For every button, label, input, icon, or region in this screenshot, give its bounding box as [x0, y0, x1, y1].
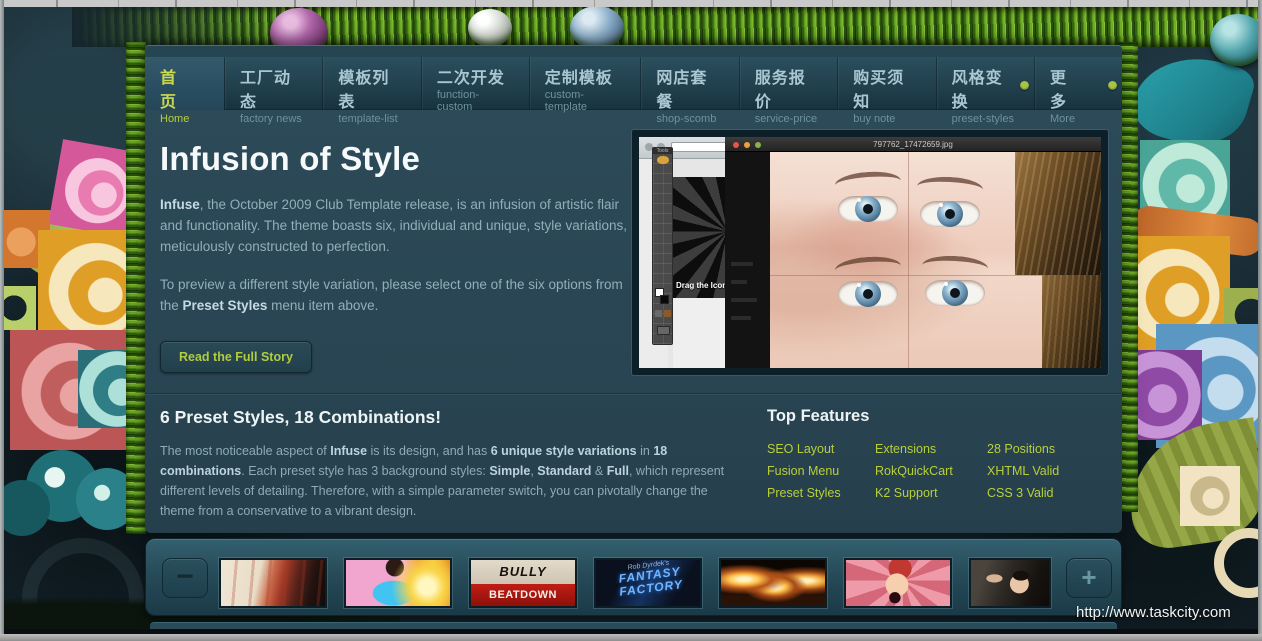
thumb-bully-beatdown[interactable]: BULLY BEATDOWN — [469, 558, 577, 608]
grass-border-left — [126, 42, 146, 534]
nav-label-en: custom-template — [545, 89, 626, 113]
nav-item-preset-styles[interactable]: 风格变换 preset-styles — [936, 57, 1034, 110]
nav-label-zh: 更 多 — [1050, 64, 1107, 112]
section-divider — [145, 393, 1122, 395]
nav-item-template-list[interactable]: 模板列表 template-list — [322, 57, 420, 110]
eye-photo-tile — [838, 196, 898, 222]
nav-label-en: More — [1050, 113, 1107, 125]
ornament-ball-teal — [1210, 14, 1262, 66]
preset-styles-section: 6 Preset Styles, 18 Combinations! The mo… — [160, 407, 732, 521]
hair-region — [1042, 275, 1101, 368]
features-heading: Top Features — [767, 407, 1112, 426]
drag-icon-label: Drag the Icon — [676, 281, 727, 290]
carousel-next-button[interactable]: + — [1066, 558, 1112, 598]
thumb-fantasy-factory[interactable]: Rob Dyrdek's FANTASY FACTORY — [594, 558, 702, 608]
nav-label-en: Home — [160, 113, 209, 125]
ornament-ball-silver — [468, 9, 512, 47]
main-content-panel: 首 页 Home 工厂动态 factory news 模板列表 template… — [145, 45, 1122, 533]
eye-photo-tile — [925, 280, 985, 306]
minus-icon: − — [176, 560, 194, 593]
window-edge-left — [0, 0, 4, 641]
ornament-ball-blue — [570, 6, 624, 50]
thumb-candles[interactable] — [719, 558, 827, 608]
feature-link-preset-styles[interactable]: Preset Styles — [767, 486, 841, 500]
carousel-prev-button[interactable]: − — [162, 558, 208, 598]
section-paragraph: The most noticeable aspect of Infuse is … — [160, 441, 732, 521]
url-watermark: http://www.taskcity.com — [1076, 604, 1231, 621]
nav-label-zh: 风格变换 — [952, 64, 1019, 112]
feature-link-seo-layout[interactable]: SEO Layout — [767, 442, 834, 456]
eye-photo-grid — [770, 152, 1101, 368]
feature-link-css3-valid[interactable]: CSS 3 Valid — [987, 486, 1053, 500]
nav-label-zh: 定制模板 — [545, 64, 626, 88]
feature-link-rokquickcart[interactable]: RokQuickCart — [875, 464, 953, 478]
window-edge-bottom — [0, 634, 1262, 641]
tools-palette-title: Tools — [653, 148, 672, 154]
article-paragraph-1: Infuse, the October 2009 Club Template r… — [160, 195, 628, 258]
thumb-label: BULLY — [471, 560, 575, 584]
thumb-sunglasses-portrait[interactable] — [969, 558, 1051, 608]
thumb-painting[interactable] — [219, 558, 327, 608]
article-paragraph-2: To preview a different style variation, … — [160, 275, 628, 317]
nav-label-en: buy note — [853, 113, 920, 125]
nav-label-zh: 二次开发 — [437, 64, 514, 88]
thumb-cartoon-umbrella[interactable] — [344, 558, 452, 608]
window-edge-right — [1258, 0, 1262, 641]
hair-region — [1015, 152, 1101, 275]
article-title: Infusion of Style — [160, 140, 628, 178]
article-screenshot: Drag the Icon Tools 797762_17472659.jpg — [632, 130, 1108, 375]
titlebar-filename: 797762_17472659.jpg — [725, 140, 1101, 149]
read-full-story-button[interactable]: Read the Full Story — [160, 341, 312, 373]
nav-item-function-custom[interactable]: 二次开发 function-custom — [421, 57, 529, 110]
titlebar: 797762_17472659.jpg — [725, 137, 1101, 152]
hero-article: Infusion of Style Infuse, the October 20… — [160, 140, 628, 373]
top-features-section: Top Features SEO Layout Fusion Menu Pres… — [767, 407, 1112, 506]
feature-link-xhtml-valid[interactable]: XHTML Valid — [987, 464, 1059, 478]
feature-link-fusion-menu[interactable]: Fusion Menu — [767, 464, 839, 478]
feature-link-k2-support[interactable]: K2 Support — [875, 486, 938, 500]
nav-item-home[interactable]: 首 页 Home — [145, 57, 224, 110]
nav-label-zh: 网店套餐 — [656, 64, 723, 112]
nav-item-custom-template[interactable]: 定制模板 custom-template — [529, 57, 641, 110]
panel-top-edge — [145, 45, 1122, 57]
page: 首 页 Home 工厂动态 factory news 模板列表 template… — [0, 0, 1262, 641]
nav-label-zh: 工厂动态 — [240, 64, 307, 112]
feature-link-extensions[interactable]: Extensions — [875, 442, 936, 456]
grass-border-top — [72, 7, 1262, 47]
window-edge-top — [0, 0, 1262, 7]
nav-label-en: template-list — [338, 113, 405, 125]
main-navigation: 首 页 Home 工厂动态 factory news 模板列表 template… — [145, 57, 1122, 110]
nav-label-en: function-custom — [437, 89, 514, 113]
feature-link-28-positions[interactable]: 28 Positions — [987, 442, 1055, 456]
eye-photo-tile — [920, 201, 980, 227]
nav-label-zh: 服务报价 — [755, 64, 822, 112]
nav-item-buy-note[interactable]: 购买须知 buy note — [837, 57, 935, 110]
thumb-label: BEATDOWN — [471, 584, 575, 606]
eye-photo-tile — [838, 281, 898, 307]
nav-label-en: factory news — [240, 113, 307, 125]
nav-item-service-price[interactable]: 服务报价 service-price — [739, 57, 837, 110]
dropdown-indicator-icon — [1108, 81, 1117, 90]
nav-label-en: preset-styles — [952, 113, 1019, 125]
thumbnail-carousel: − BULLY BEATDOWN Rob Dyrdek's FANTASY FA… — [145, 538, 1122, 616]
nav-label-en: shop-scomb — [656, 113, 723, 125]
dropdown-indicator-icon — [1020, 81, 1029, 90]
nav-item-shop-combo[interactable]: 网店套餐 shop-scomb — [640, 57, 738, 110]
photo-editor-window: 797762_17472659.jpg Op Tile — [725, 137, 1101, 368]
nav-label-zh: 模板列表 — [338, 64, 405, 112]
nav-item-more[interactable]: 更 多 More — [1034, 57, 1122, 110]
nav-label-zh: 首 页 — [160, 64, 209, 112]
thumb-popart-scream[interactable] — [844, 558, 952, 608]
nav-label-en: service-price — [755, 113, 822, 125]
tools-palette: Tools — [652, 147, 673, 345]
plus-icon: + — [1081, 562, 1096, 592]
nav-item-factory-news[interactable]: 工厂动态 factory news — [224, 57, 322, 110]
section-heading: 6 Preset Styles, 18 Combinations! — [160, 407, 732, 428]
editor-sidebar — [725, 152, 770, 368]
nav-label-zh: 购买须知 — [853, 64, 920, 112]
